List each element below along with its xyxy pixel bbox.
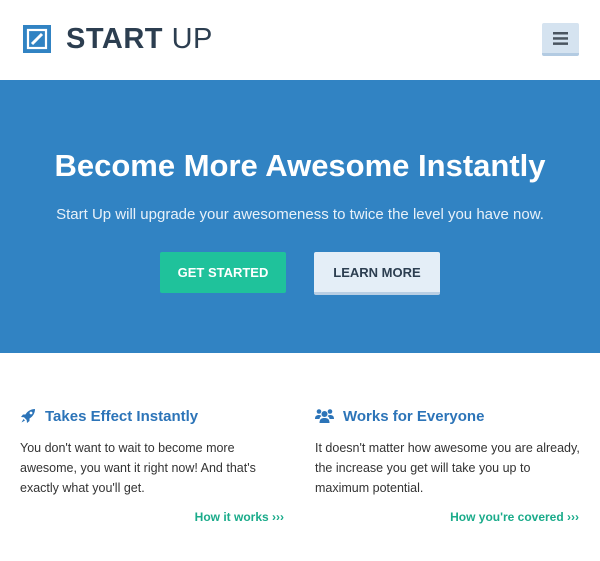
hero-title: Become More Awesome Instantly [54,148,546,183]
logo-icon [23,25,51,53]
get-started-button[interactable]: GET STARTED [160,252,286,293]
hamburger-menu-icon [553,31,568,45]
rocket-icon [21,409,35,423]
logo-link[interactable]: START UP [22,22,213,56]
hero-subtitle: Start Up will upgrade your awesomeness t… [56,206,544,223]
how-it-works-link[interactable]: How it works ››› [195,510,284,524]
feature-takes-effect: Takes Effect Instantly You don't want to… [20,405,288,498]
feature-heading: Takes Effect Instantly [20,405,288,427]
feature-heading: Works for Everyone [315,405,583,427]
learn-more-button[interactable]: LEARN MORE [314,252,440,295]
hero-section: Become More Awesome Instantly Start Up w… [0,80,600,353]
logo-text-light: UP [171,23,213,55]
users-icon [315,409,334,423]
menu-button[interactable] [542,23,579,56]
feature-text: It doesn't matter how awesome you are al… [315,441,580,495]
feature-title: Works for Everyone [343,407,485,425]
feature-works-for-everyone: Works for Everyone It doesn't matter how… [315,405,583,498]
site-header: START UP [0,0,600,80]
feature-text: You don't want to wait to become more aw… [20,441,256,495]
logo-text: START UP [66,22,213,56]
feature-title: Takes Effect Instantly [45,407,199,425]
logo-text-strong: START [66,23,164,55]
how-youre-covered-link[interactable]: How you're covered ››› [450,510,579,524]
